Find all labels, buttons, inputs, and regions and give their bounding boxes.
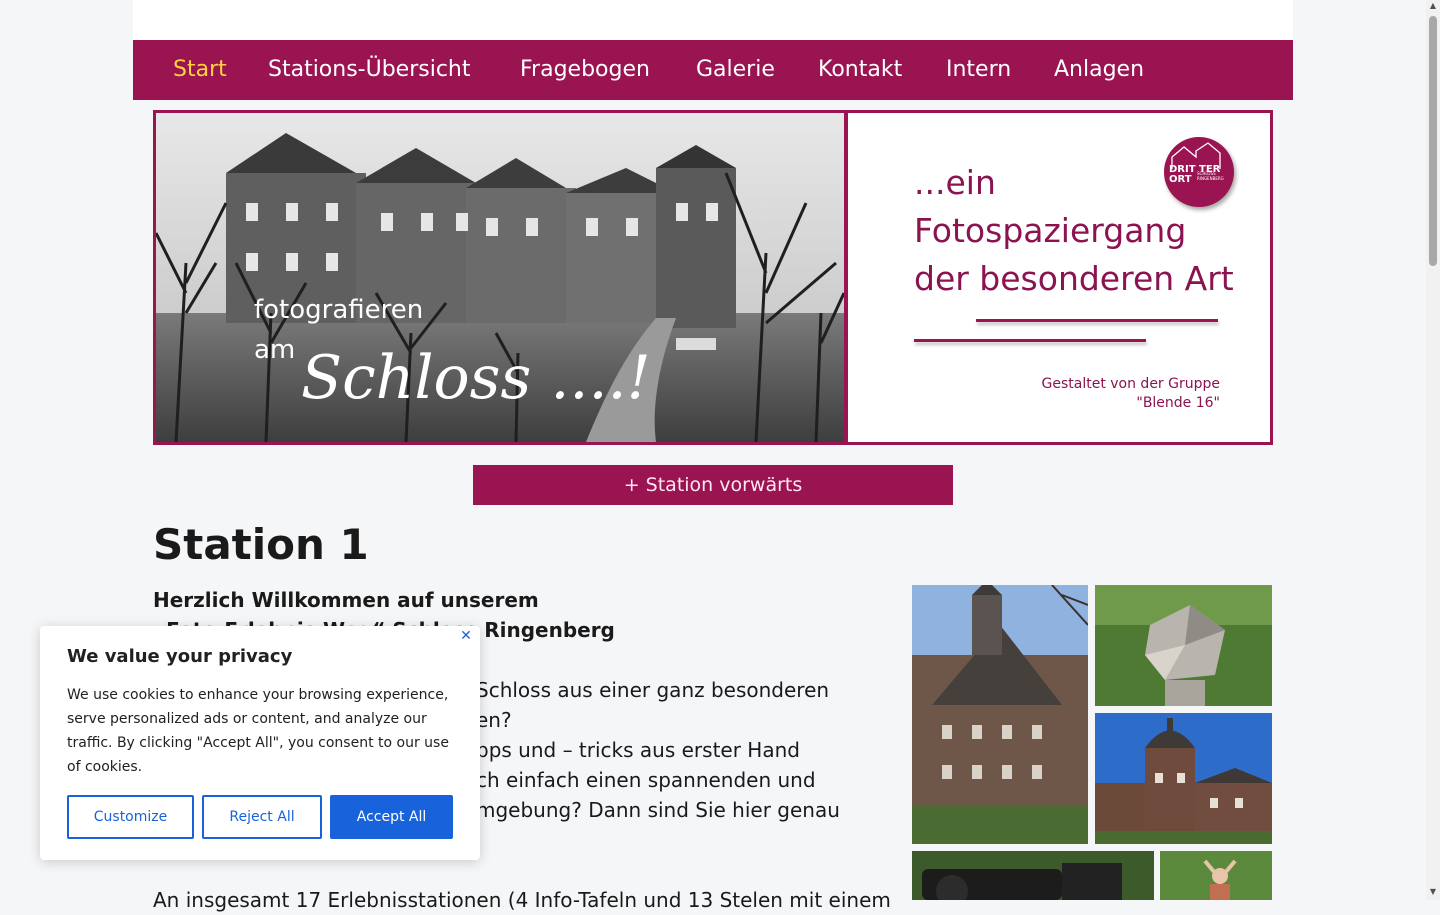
slogan-line-2: Fotospaziergang — [914, 211, 1187, 250]
slogan-underline-2 — [914, 339, 1146, 342]
cookie-consent-dialog: ✕ We value your privacy We use cookies t… — [40, 626, 480, 860]
photo-caption-script: Schloss ....! — [301, 343, 651, 413]
gestaltet-credit: Gestaltet von der Gruppe "Blende 16" — [1042, 375, 1221, 413]
gallery-image-person[interactable] — [1160, 851, 1272, 900]
reject-all-button[interactable]: Reject All — [202, 795, 322, 839]
photo-caption-1: fotografieren — [254, 295, 423, 325]
nav-item-intern[interactable]: Intern — [946, 40, 1011, 100]
gallery-image-camera[interactable] — [912, 851, 1154, 900]
gallery-image-sculpture[interactable] — [1095, 585, 1272, 706]
castle-photo: fotografieren am Schloss ....! — [156, 113, 844, 442]
accept-all-button[interactable]: Accept All — [330, 795, 453, 839]
nav-item-fragebogen[interactable]: Fragebogen — [520, 40, 650, 100]
top-bar — [133, 0, 1293, 40]
main-nav: Start Stations-Übersicht Fragebogen Gale… — [133, 40, 1293, 100]
cookie-title: We value your privacy — [67, 646, 293, 667]
scrollbar-thumb[interactable] — [1429, 16, 1437, 266]
cookie-text: We use cookies to enhance your browsing … — [67, 687, 449, 775]
station-forward-button[interactable]: + Station vorwärts — [473, 465, 953, 505]
nav-item-anlagen[interactable]: Anlagen — [1054, 40, 1144, 100]
close-icon[interactable]: ✕ — [458, 628, 474, 644]
slogan-line-3: der besonderen Art — [914, 259, 1234, 298]
gallery-image-castle-tower[interactable] — [912, 585, 1088, 844]
gallery-image-castle-blue-sky[interactable] — [1095, 713, 1272, 844]
intro-line-1: Herzlich Willkommen auf unserem — [153, 588, 539, 612]
scroll-down-icon[interactable]: ▼ — [1429, 888, 1437, 896]
nav-item-start[interactable]: Start — [173, 40, 227, 100]
slogan-underline-1 — [976, 319, 1218, 322]
nav-item-stations-uebersicht[interactable]: Stations-Übersicht — [268, 40, 471, 100]
gestaltet-line-2: "Blende 16" — [1136, 395, 1220, 411]
logo-small-text: SCHLOSS RINGENBERG — [1197, 171, 1224, 181]
para-stations: An insgesamt 17 Erlebnisstationen (4 Inf… — [153, 888, 891, 912]
page-title: Station 1 — [153, 520, 369, 569]
nav-item-kontakt[interactable]: Kontakt — [818, 40, 902, 100]
customize-button[interactable]: Customize — [67, 795, 194, 839]
nav-item-galerie[interactable]: Galerie — [696, 40, 775, 100]
dritter-ort-logo: DRIT TER ORT SCHLOSS RINGENBERG — [1164, 137, 1234, 207]
scroll-up-icon[interactable]: ▲ — [1429, 2, 1437, 10]
banner-slogan-panel: DRIT TER ORT SCHLOSS RINGENBERG ...ein F… — [848, 113, 1270, 442]
page-scrollbar[interactable]: ▲ ▼ — [1426, 0, 1440, 900]
header-banner: fotografieren am Schloss ....! DRIT TER … — [153, 110, 1273, 445]
gestaltet-line-1: Gestaltet von der Gruppe — [1041, 376, 1221, 392]
photo-caption-2: am — [254, 335, 295, 365]
slogan-line-1: ...ein — [914, 163, 996, 202]
